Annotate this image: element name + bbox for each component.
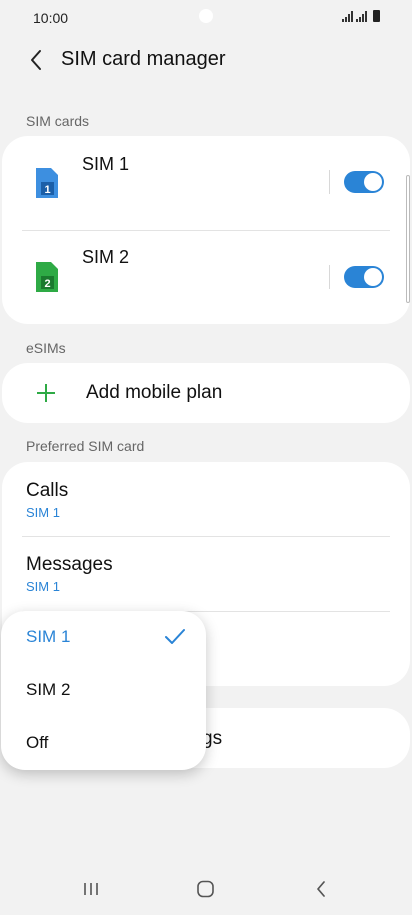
popup-option-label: SIM 1 (26, 627, 71, 646)
back-icon (317, 881, 325, 897)
sim-card-2-icon: 2 (36, 262, 58, 292)
home-button[interactable] (191, 876, 221, 902)
status-icons (342, 10, 380, 22)
sim-select-popup: SIM 1 SIM 2 Off (1, 611, 206, 770)
sim-name-2: SIM 2 (82, 247, 130, 267)
sim-name-1: SIM 1 (82, 154, 130, 174)
popup-option-label: Off (26, 733, 49, 752)
status-time: 10:00 (33, 10, 69, 26)
pref-title-calls: Calls (26, 480, 69, 501)
preferred-messages-row[interactable]: Messages SIM 1 (2, 537, 410, 611)
preferred-calls-row[interactable]: Calls SIM 1 (2, 462, 410, 536)
sim-1-toggle[interactable] (344, 171, 384, 193)
toggle-divider (329, 265, 330, 289)
signal-2-icon (356, 10, 367, 22)
nav-back-button[interactable] (306, 876, 336, 902)
sim-2-toggle[interactable] (344, 266, 384, 288)
recents-icon (84, 883, 98, 895)
chevron-left-icon (31, 50, 41, 70)
battery-icon (373, 10, 380, 22)
popup-option-label: SIM 2 (26, 680, 71, 699)
signal-1-icon (342, 10, 353, 22)
section-label-esims: eSIMs (26, 340, 66, 356)
check-icon (165, 629, 185, 644)
back-button[interactable] (22, 46, 50, 74)
section-label-sim-cards: SIM cards (26, 113, 90, 129)
navigation-bar (0, 862, 412, 915)
popup-option-sim2[interactable]: SIM 2 (1, 664, 206, 717)
toggle-divider (329, 170, 330, 194)
status-bar: 10:00 (0, 0, 412, 36)
sim-cards-card: 1 SIM 1 2 SIM 2 (2, 136, 410, 324)
sim-row-2[interactable]: 2 SIM 2 (2, 231, 410, 323)
camera-cutout (199, 9, 213, 23)
pref-value-calls: SIM 1 (26, 505, 60, 520)
page-title: SIM card manager (61, 48, 226, 70)
scrollbar[interactable] (406, 175, 410, 303)
pref-title-messages: Messages (26, 554, 113, 575)
sim-card-2-number: 2 (44, 278, 50, 290)
add-mobile-plan-label: Add mobile plan (86, 382, 223, 403)
section-label-preferred: Preferred SIM card (26, 438, 145, 454)
home-icon (197, 880, 214, 898)
sim-row-1[interactable]: 1 SIM 1 (2, 136, 410, 228)
popup-option-sim1[interactable]: SIM 1 (1, 611, 206, 664)
esims-card: Add mobile plan (2, 363, 410, 423)
pref-value-messages: SIM 1 (26, 579, 60, 594)
popup-option-off[interactable]: Off (1, 717, 206, 770)
add-mobile-plan-button[interactable]: Add mobile plan (2, 363, 410, 423)
plus-icon (37, 384, 55, 402)
toggle-knob (364, 173, 382, 191)
recents-button[interactable] (76, 876, 106, 902)
sim-card-1-icon: 1 (36, 168, 58, 198)
toggle-knob (364, 268, 382, 286)
sim-card-1-number: 1 (44, 184, 50, 196)
app-header: SIM card manager (0, 40, 412, 80)
